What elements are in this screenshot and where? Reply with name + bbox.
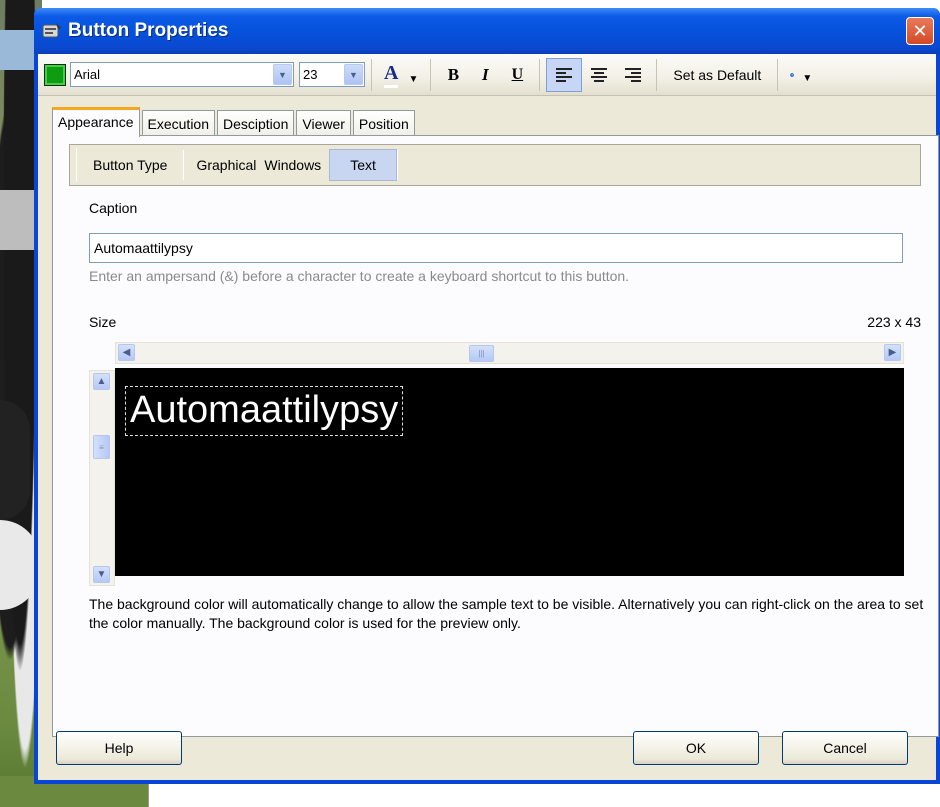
tab-appearance[interactable]: Appearance [52, 107, 140, 137]
tab-strip: Appearance Execution Desciption Viewer P… [52, 106, 417, 137]
font-size-value: 23 [303, 67, 318, 82]
italic-icon: I [482, 64, 489, 84]
caption-label: Caption [89, 200, 138, 216]
horizontal-scrollbar[interactable]: ◀ ||| ▶ [115, 342, 904, 364]
tab-viewer[interactable]: Viewer [296, 110, 351, 136]
close-icon: ✕ [912, 20, 928, 41]
toolbar-separator [656, 58, 658, 91]
chevron-left-icon: ◀ [122, 347, 131, 358]
chevron-down-icon[interactable]: ▼ [273, 64, 292, 85]
chevron-up-icon: ▲ [96, 376, 107, 387]
font-family-select[interactable]: Arial ▼ [70, 62, 294, 87]
button-type-text[interactable]: Text [329, 149, 397, 181]
window-title: Button Properties [68, 20, 229, 41]
font-family-value: Arial [74, 67, 101, 82]
help-menu-button[interactable]: ? ▼ [784, 58, 818, 92]
scroll-left-button[interactable]: ◀ [118, 344, 135, 361]
font-size-select[interactable]: 23 ▼ [299, 62, 365, 87]
desktop-photo-patch [0, 400, 30, 520]
scroll-up-button[interactable]: ▲ [93, 373, 110, 390]
help-icon: ? [790, 73, 795, 77]
dropdown-arrow-icon[interactable]: ▼ [802, 73, 812, 84]
preview-button-text[interactable]: Automaattilypsy [125, 386, 404, 436]
tab-position[interactable]: Position [352, 110, 415, 136]
caption-hint: Enter an ampersand (&) before a characte… [89, 268, 630, 284]
scroll-down-button[interactable]: ▼ [93, 566, 110, 583]
align-right-button[interactable] [616, 58, 650, 92]
underline-icon: U [511, 65, 524, 83]
set-as-default-button[interactable]: Set as Default [663, 58, 771, 92]
caption-input[interactable] [89, 233, 903, 263]
chevron-down-icon[interactable]: ▼ [344, 64, 363, 85]
chevron-right-icon: ▶ [888, 347, 897, 358]
vertical-scrollbar[interactable]: ▲ ≡ ▼ [89, 370, 115, 586]
align-left-button[interactable] [546, 57, 583, 92]
horizontal-scroll-thumb[interactable]: ||| [469, 345, 494, 362]
color-swatch-button[interactable] [44, 63, 66, 86]
appearance-panel: Button Type Graphical Windows Text Capti… [52, 135, 939, 737]
chevron-down-icon: ▼ [96, 569, 107, 580]
font-color-button[interactable]: A ▼ [378, 58, 424, 92]
button-preview-area[interactable]: Automaattilypsy [115, 368, 904, 576]
align-center-icon [591, 67, 608, 82]
close-button[interactable]: ✕ [906, 17, 934, 45]
align-left-icon [556, 67, 573, 82]
title-bar[interactable]: Button Properties ✕ [34, 8, 940, 54]
align-right-icon [625, 67, 642, 82]
size-value: 223 x 43 [867, 314, 921, 330]
align-center-button[interactable] [582, 58, 616, 92]
button-type-group: Button Type Graphical Windows Text [76, 148, 398, 182]
toolbar-separator [777, 58, 779, 91]
toolbar-separator [371, 58, 372, 91]
dialog-client-area: Arial ▼ 23 ▼ A ▼ B I U Set as Default ? … [38, 54, 939, 780]
vertical-scroll-thumb[interactable]: ≡ [93, 435, 110, 459]
formatting-toolbar: Arial ▼ 23 ▼ A ▼ B I U Set as Default ? … [38, 54, 936, 96]
background-color-note: The background color will automatically … [89, 596, 924, 631]
font-color-icon: A [384, 62, 399, 88]
dropdown-arrow-icon[interactable]: ▼ [408, 74, 418, 85]
help-button[interactable]: Help [56, 731, 182, 765]
button-type-graphical[interactable]: Graphical [184, 157, 260, 173]
button-type-bar: Button Type Graphical Windows Text [69, 144, 921, 186]
separator [396, 150, 398, 180]
cancel-button[interactable]: Cancel [782, 731, 908, 765]
bold-icon: B [447, 64, 460, 84]
size-label: Size [89, 314, 117, 330]
toolbar-separator [430, 58, 432, 91]
underline-button[interactable]: U [501, 58, 533, 92]
scroll-right-button[interactable]: ▶ [884, 344, 901, 361]
button-properties-dialog: Button Properties ✕ Arial ▼ 23 ▼ A ▼ B I… [34, 8, 940, 784]
toolbar-separator [539, 58, 541, 91]
ok-button[interactable]: OK [633, 731, 759, 765]
tab-description[interactable]: Desciption [217, 110, 295, 136]
button-type-windows[interactable]: Windows [260, 157, 325, 173]
bold-button[interactable]: B [437, 58, 469, 92]
app-icon [42, 23, 61, 38]
tab-execution[interactable]: Execution [141, 110, 215, 136]
button-type-label: Button Type [93, 157, 168, 173]
italic-button[interactable]: I [469, 58, 501, 92]
